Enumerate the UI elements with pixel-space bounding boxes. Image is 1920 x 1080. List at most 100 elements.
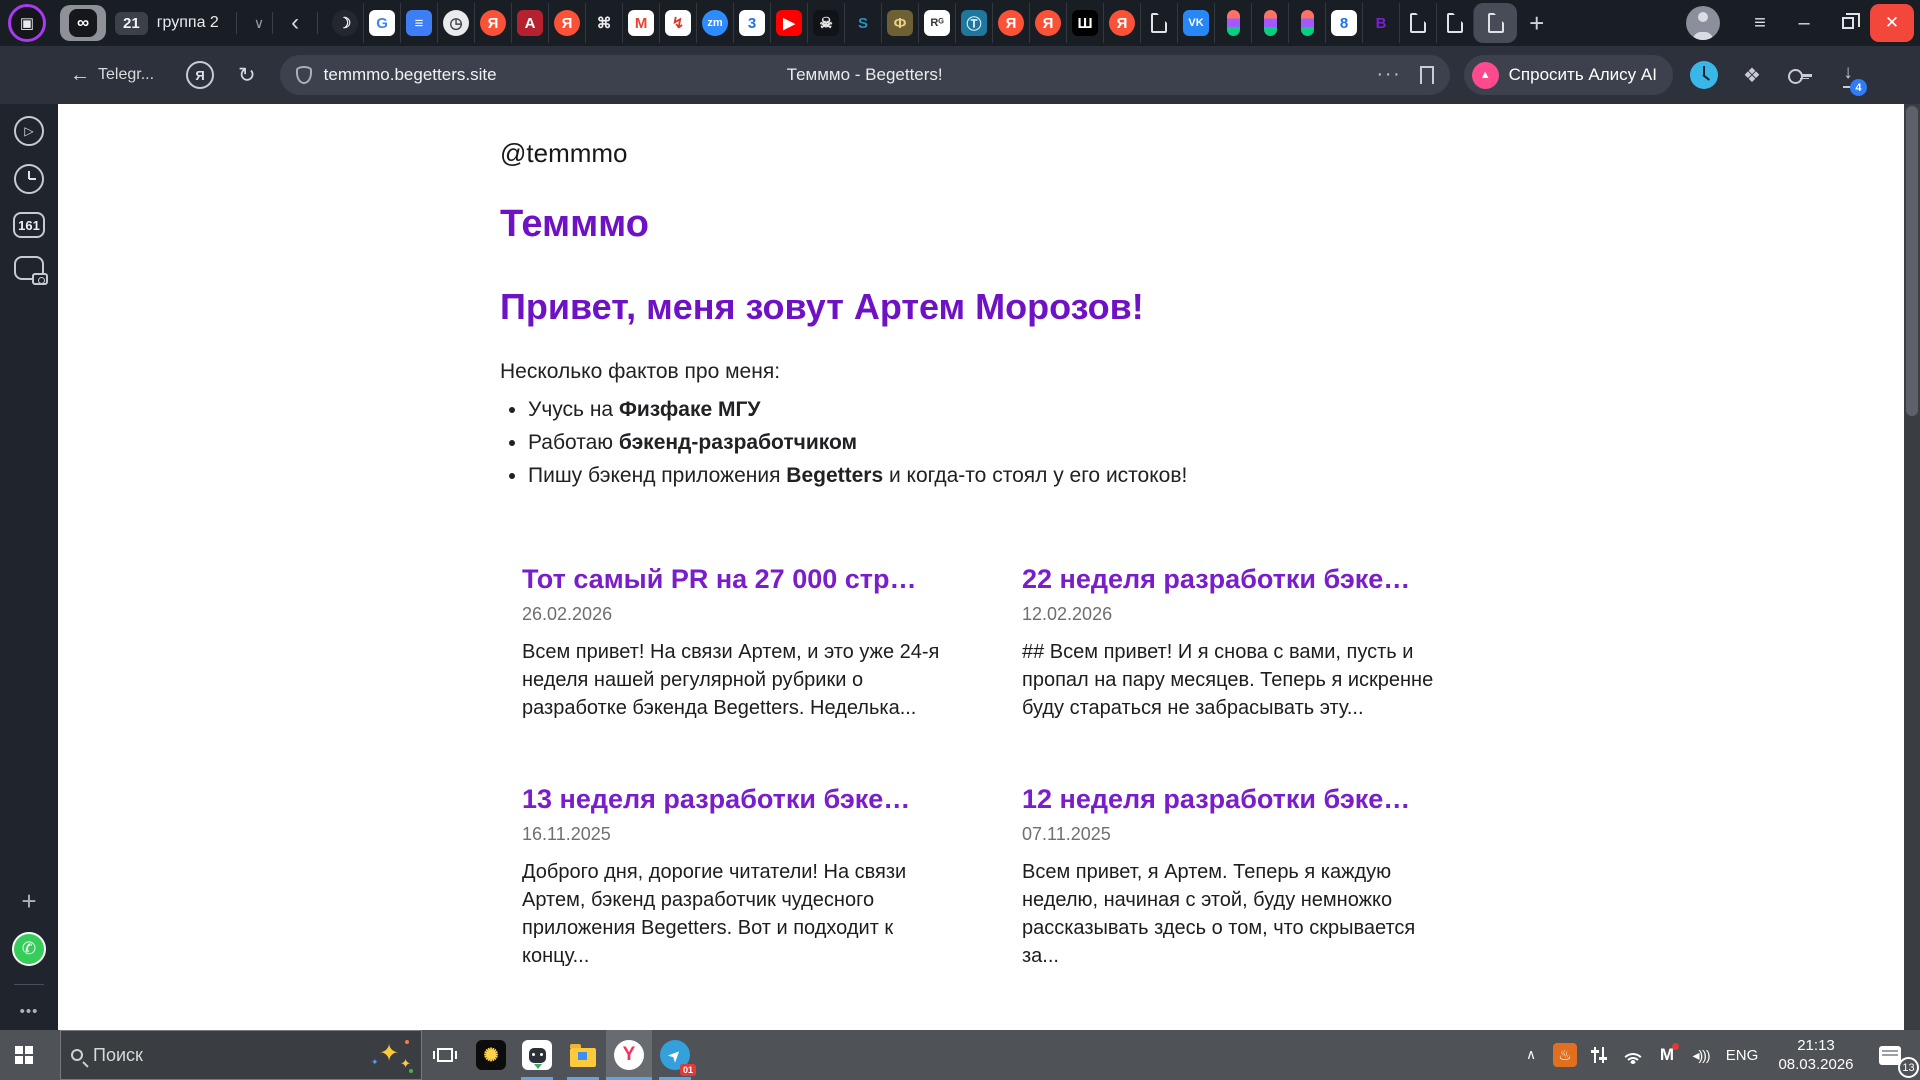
youtube-tab[interactable]: ▶ — [770, 3, 807, 43]
taskbar-clock[interactable]: 21:13 08.03.2026 — [1768, 1036, 1864, 1075]
document-tab[interactable] — [1399, 3, 1436, 43]
figma-tab[interactable] — [1288, 3, 1325, 43]
chevron-down-icon[interactable]: ∨ — [254, 15, 264, 32]
fact-item: Пишу бэкенд приложения Begetters и когда… — [528, 464, 1860, 488]
researchgate-tab[interactable]: Rᴳ — [918, 3, 955, 43]
screenshot-button[interactable] — [14, 256, 44, 280]
more-actions-button[interactable]: ··· — [1377, 64, 1402, 86]
round-app-tab[interactable]: ☽ — [326, 3, 363, 43]
star-app-icon[interactable]: ✺ — [468, 1030, 514, 1080]
yandex-tab[interactable]: Я — [992, 3, 1029, 43]
task-view-button[interactable] — [422, 1030, 468, 1080]
tab-group-active-tab[interactable]: ∞ — [60, 5, 106, 41]
video-play-button[interactable]: ▷ — [14, 116, 44, 146]
key-icon — [1788, 68, 1812, 82]
tab-group[interactable]: ∞ 21 группа 2 ∨ — [60, 5, 264, 41]
post-title-link[interactable]: 13 неделя разработки бэке… — [522, 784, 962, 815]
figma-tab[interactable] — [1214, 3, 1251, 43]
profile-handle: @temmmo — [500, 138, 1860, 169]
post-title-link[interactable]: Тот самый PR на 27 000 стр… — [522, 564, 962, 595]
start-button[interactable] — [0, 1030, 48, 1080]
divider — [317, 12, 318, 34]
google-calendar-tab[interactable]: 8 — [1325, 3, 1362, 43]
museum-app-tab[interactable]: Ш — [1066, 3, 1103, 43]
sidebar-add-button[interactable]: + — [21, 888, 36, 914]
t-circle-tab[interactable]: Ⓣ — [955, 3, 992, 43]
post-title-link[interactable]: 22 неделя разработки бэке… — [1022, 564, 1462, 595]
whatsapp-icon[interactable]: ✆ — [12, 932, 46, 966]
clock-date: 08.03.2026 — [1778, 1055, 1853, 1075]
browser-toolbar: ← Telegr... Я ↻ temmmo.begetters.site Те… — [0, 46, 1920, 104]
tab-group-name: группа 2 — [157, 14, 219, 32]
new-tab-button[interactable]: + — [1517, 10, 1556, 36]
yandex-browser-icon[interactable]: Y — [606, 1030, 652, 1080]
yandex-tab[interactable]: Я — [548, 3, 585, 43]
yandex-tab[interactable]: Я — [474, 3, 511, 43]
page-title-in-bar: Темммо - Begetters! — [787, 65, 943, 85]
scrollbar-thumb[interactable] — [1906, 106, 1918, 416]
language-indicator[interactable]: ENG — [1720, 1030, 1764, 1080]
post-excerpt: Всем привет, я Артем. Теперь я каждую не… — [1022, 858, 1454, 970]
bookmark-icon[interactable] — [1420, 66, 1434, 84]
java-tray-icon[interactable]: ♨ — [1550, 1030, 1580, 1080]
sidebar-more-button[interactable]: ••• — [20, 1003, 39, 1020]
clock-app-tab[interactable]: ◷ — [437, 3, 474, 43]
gmail-tab[interactable]: M — [622, 3, 659, 43]
password-manager-button[interactable] — [1783, 58, 1817, 92]
yandex-tab[interactable]: Я — [1029, 3, 1066, 43]
volume-icon[interactable]: ◂))) — [1686, 1030, 1716, 1080]
tray-expand-chevron[interactable]: ∧ — [1516, 1030, 1546, 1080]
notes-app-tab[interactable]: ≡ — [400, 3, 437, 43]
shortcuts-tab[interactable]: ⌘ — [585, 3, 622, 43]
notification-center-button[interactable]: 13 — [1868, 1030, 1912, 1080]
restore-button[interactable] — [1826, 3, 1870, 43]
url-text[interactable]: temmmo.begetters.site — [324, 65, 497, 85]
wifi-icon[interactable] — [1618, 1030, 1648, 1080]
fact-item: Работаю бэкенд-разработчиком — [528, 431, 1860, 455]
zoom-tab[interactable]: zm — [696, 3, 733, 43]
folder-icon — [570, 1048, 596, 1067]
menu-button[interactable]: ≡ — [1738, 3, 1782, 43]
ask-alice-button[interactable]: ▲ Спросить Алису AI — [1464, 55, 1673, 95]
telegram-icon[interactable]: ➤ 01 — [652, 1030, 698, 1080]
vk-tab[interactable]: VK — [1177, 3, 1214, 43]
file-explorer-icon[interactable] — [560, 1030, 606, 1080]
sport-app-tab[interactable]: ↯ — [659, 3, 696, 43]
browser-logo-icon[interactable]: ▣ — [8, 4, 46, 42]
security-shield-icon[interactable] — [296, 66, 312, 84]
mail-tray-icon[interactable]: M — [1652, 1030, 1682, 1080]
yandex-home-button[interactable]: Я — [186, 61, 214, 89]
post-title-link[interactable]: 12 неделя разработки бэке… — [1022, 784, 1462, 815]
profile-avatar[interactable] — [1686, 6, 1720, 40]
page-scrollbar[interactable] — [1904, 104, 1920, 1030]
fact-item: Учусь на Физфаке МГУ — [528, 398, 1860, 422]
emblem-app-tab[interactable]: Ф — [881, 3, 918, 43]
history-clock-button[interactable] — [1687, 58, 1721, 92]
address-bar[interactable]: temmmo.begetters.site Темммо - Begetters… — [280, 55, 1450, 95]
s-logo-tab[interactable]: S — [844, 3, 881, 43]
history-button[interactable] — [14, 164, 44, 194]
alfa-bank-tab[interactable]: A — [511, 3, 548, 43]
post-date: 12.02.2026 — [1022, 604, 1480, 625]
document-tab[interactable] — [1140, 3, 1177, 43]
google-translate-tab[interactable]: G — [363, 3, 400, 43]
audio-mixer-icon[interactable] — [1584, 1030, 1614, 1080]
b-logo-tab[interactable]: B — [1362, 3, 1399, 43]
extensions-button[interactable]: ❖ — [1735, 58, 1769, 92]
robot-app-icon[interactable] — [514, 1030, 560, 1080]
figma-tab[interactable] — [1251, 3, 1288, 43]
document-tab[interactable] — [1473, 3, 1517, 43]
telegram-badge: 01 — [680, 1064, 696, 1076]
close-button[interactable]: ✕ — [1870, 4, 1914, 42]
refresh-button[interactable]: ↻ — [238, 63, 256, 88]
back-button[interactable]: ← Telegr... — [70, 64, 154, 87]
skull-app-tab[interactable]: ☠ — [807, 3, 844, 43]
yandex-tab[interactable]: Я — [1103, 3, 1140, 43]
minimize-button[interactable]: – — [1782, 3, 1826, 43]
taskbar-search[interactable]: Поиск ✦✦✦ — [60, 1030, 422, 1080]
tab-counter-badge[interactable]: 161 — [13, 212, 45, 238]
scroll-tabs-left-button[interactable]: ‹ — [281, 11, 309, 35]
downloads-button[interactable]: ↓ 4 — [1831, 58, 1865, 92]
google-calendar-tab[interactable]: 3 — [733, 3, 770, 43]
document-tab[interactable] — [1436, 3, 1473, 43]
